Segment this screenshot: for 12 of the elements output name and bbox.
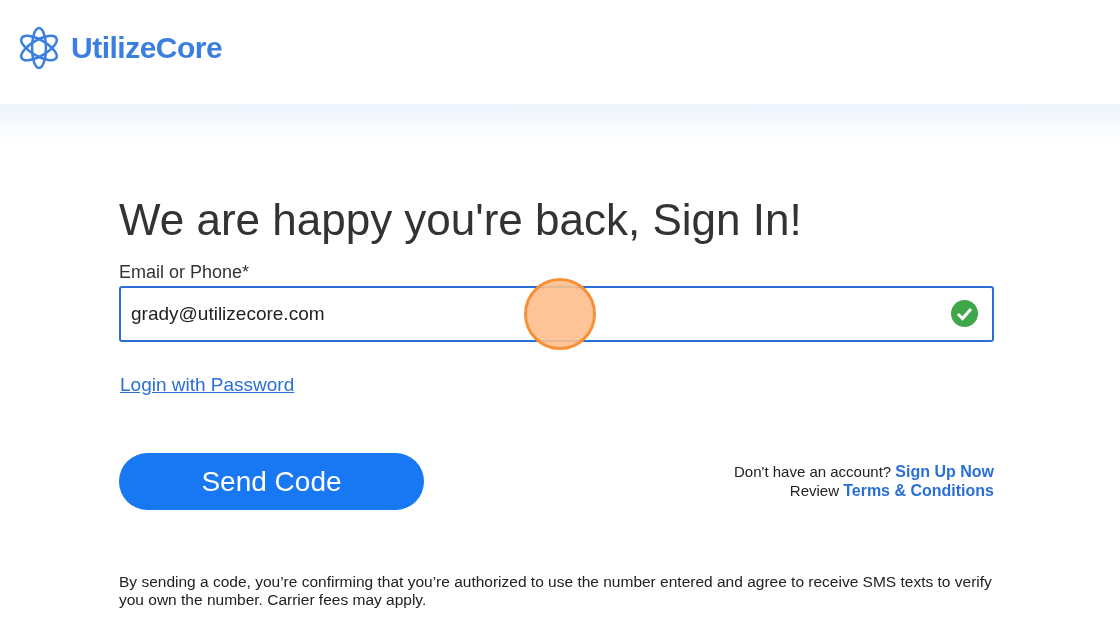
field-label: Email or Phone* bbox=[119, 262, 251, 283]
atom-logo-icon bbox=[17, 24, 61, 72]
email-field[interactable]: grady@utilizecore.com bbox=[119, 286, 994, 342]
send-code-button[interactable]: Send Code bbox=[119, 453, 424, 510]
disclaimer-text: By sending a code, you’re confirming that you’re authorized to use the number entered and agree to receive SMS texts to verify you own the number. Carrier fees may apply. bbox=[119, 573, 993, 609]
password-link[interactable]: Login with Password bbox=[120, 374, 295, 396]
page-heading: We are happy you're back, Sign In! bbox=[119, 194, 803, 246]
terms-text: Review Terms & Conditions bbox=[789, 482, 994, 500]
logo-text: UtilizeCore bbox=[71, 31, 223, 65]
terms-link[interactable]: Terms & Conditions bbox=[843, 482, 994, 499]
signup-link[interactable]: Sign Up Now bbox=[895, 463, 994, 480]
signup-text: Don't have an account? Sign Up Now bbox=[734, 463, 994, 481]
